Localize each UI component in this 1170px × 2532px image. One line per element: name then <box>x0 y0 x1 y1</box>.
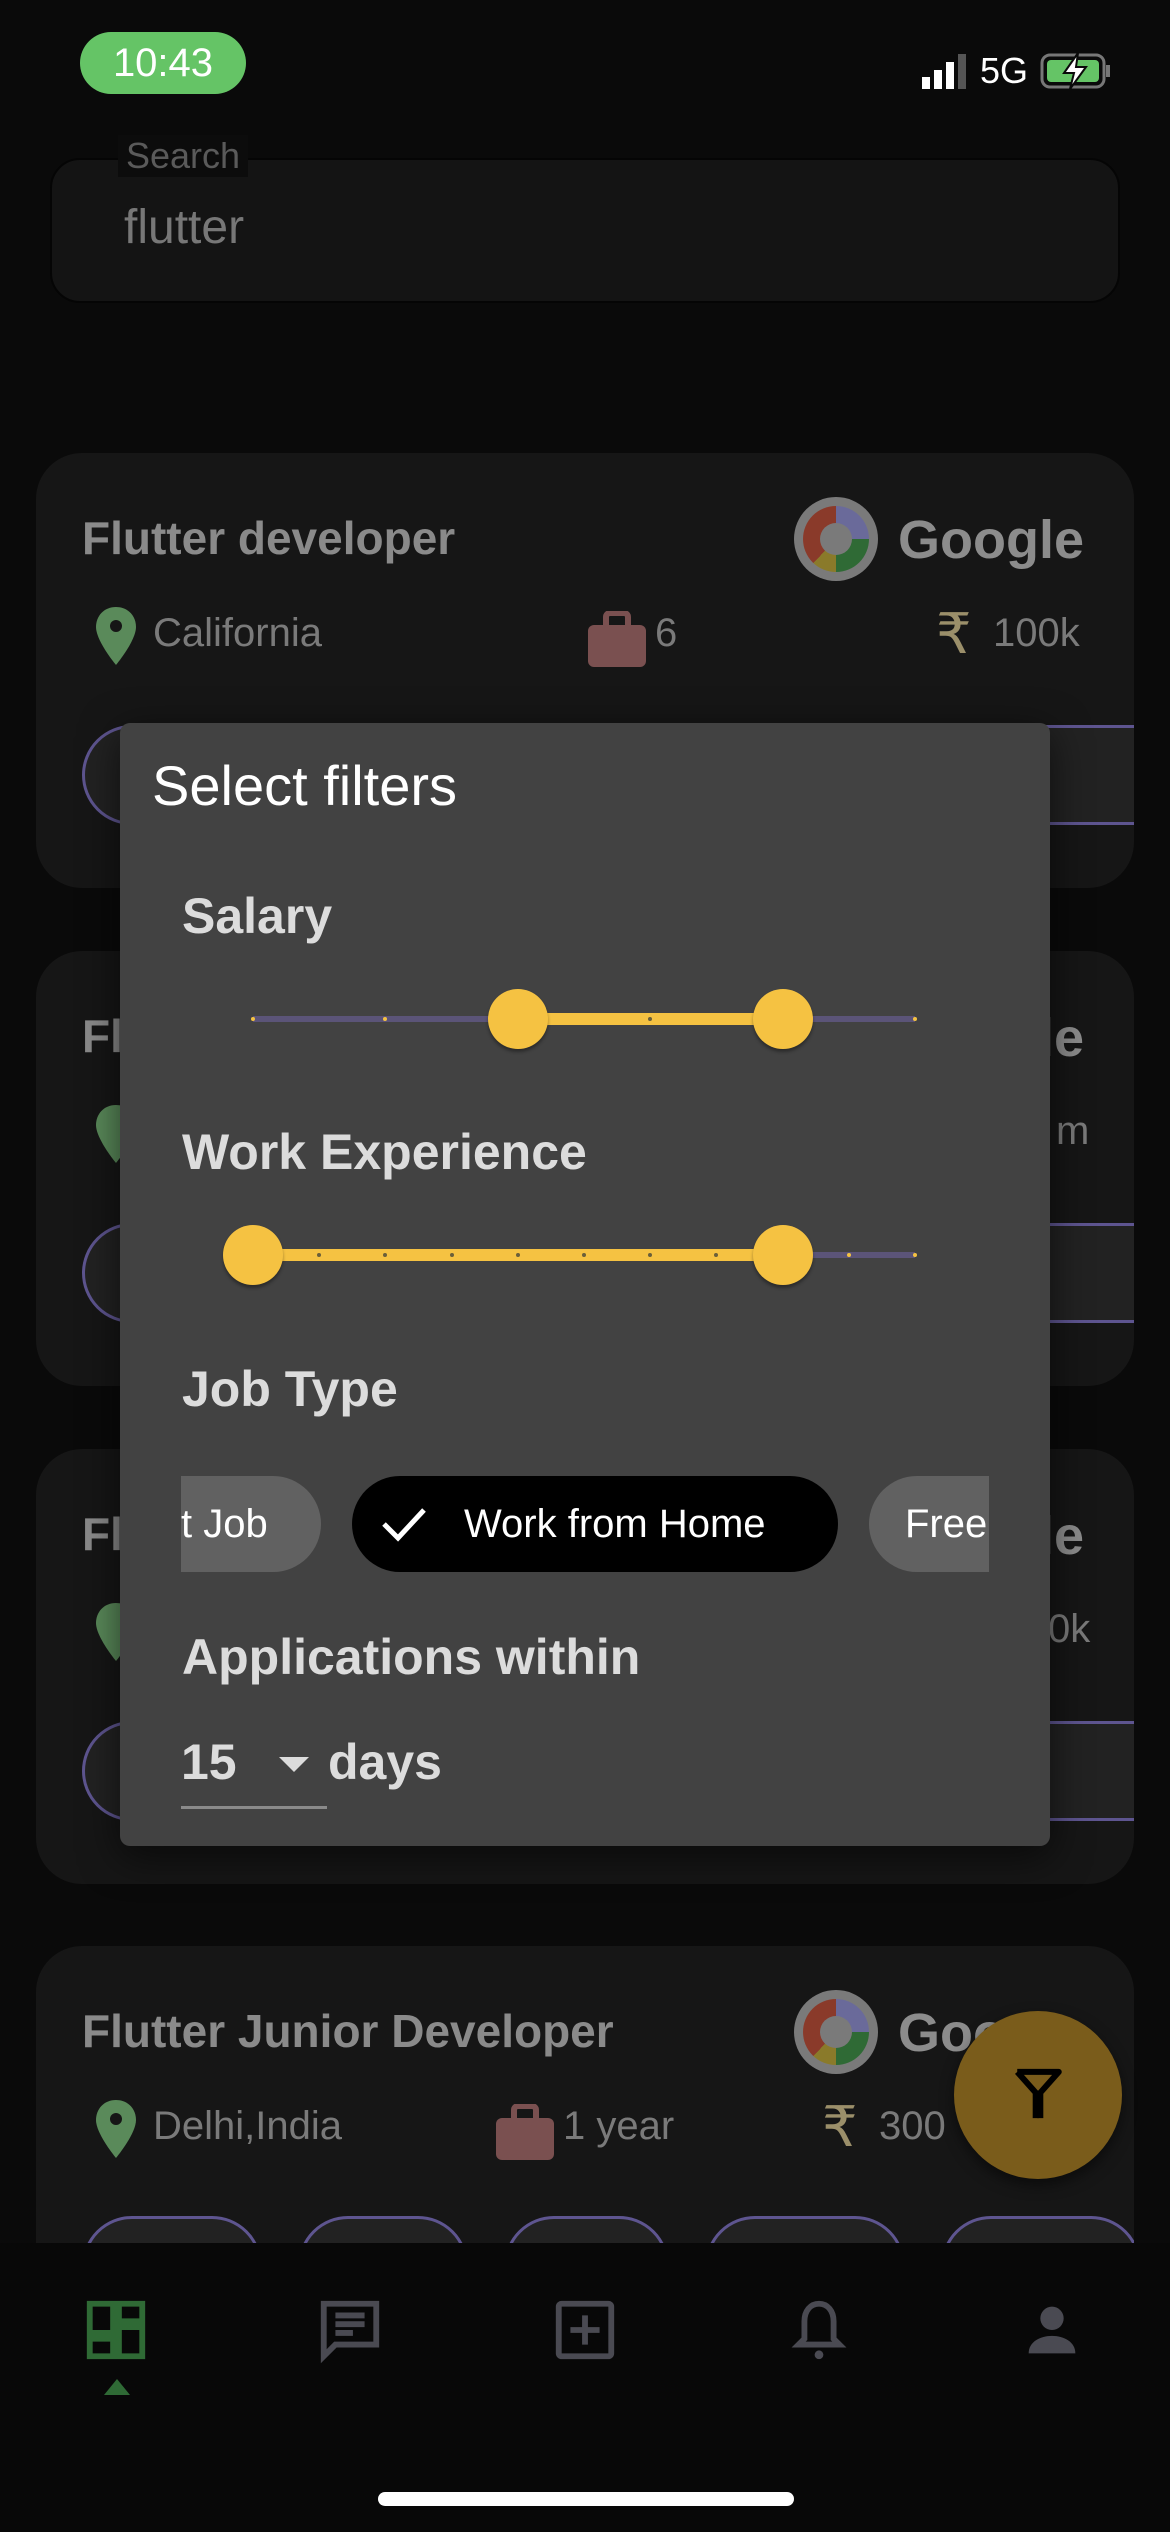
job-title: Fl <box>82 1010 123 1062</box>
job-location: Delhi,India <box>153 2104 343 2148</box>
notifications-icon[interactable] <box>784 2295 854 2365</box>
briefcase-icon <box>496 2104 554 2160</box>
job-type-chip[interactable]: Free <box>869 1476 989 1572</box>
battery-charging-icon <box>1040 52 1110 90</box>
location-pin-icon <box>96 607 136 665</box>
signal-icon <box>921 54 966 89</box>
google-logo-icon <box>794 497 878 581</box>
active-indicator-icon <box>104 2379 130 2395</box>
rupee-icon: ₹ <box>822 2095 858 2158</box>
slider-end-thumb[interactable] <box>752 989 813 1049</box>
job-location: California <box>153 611 322 655</box>
job-type-chip[interactable]: t Job <box>181 1476 321 1572</box>
briefcase-icon <box>588 611 646 667</box>
status-time: 10:43 <box>80 32 246 94</box>
job-experience: 1 year <box>563 2104 675 2148</box>
slider-tick <box>582 1253 586 1257</box>
job-type-label: Job Type <box>182 1361 398 1417</box>
slider-tick <box>846 1253 851 1257</box>
slider-tick <box>251 1017 255 1021</box>
filter-dialog: Select filters Salary Work Experience Jo… <box>120 723 1050 1846</box>
home-indicator <box>378 2492 794 2506</box>
slider-tick <box>515 1253 520 1257</box>
slider-tick <box>913 1253 917 1257</box>
salary-label: Salary <box>182 888 333 944</box>
work-experience-label: Work Experience <box>182 1124 587 1180</box>
days-dropdown[interactable]: 15 <box>181 1733 327 1809</box>
network-label: 5G <box>979 50 1028 91</box>
rupee-icon: ₹ <box>936 602 972 665</box>
slider-tick <box>913 1017 917 1021</box>
days-unit: days <box>328 1734 442 1790</box>
job-salary: 300 <box>879 2104 946 2148</box>
job-salary: 100k <box>993 611 1080 655</box>
slider-start-thumb[interactable] <box>223 1225 283 1285</box>
chat-icon[interactable] <box>315 2295 385 2365</box>
add-box-icon[interactable] <box>550 2295 620 2365</box>
search-label: Search <box>118 135 249 177</box>
dropdown-arrow-icon <box>279 1757 309 1772</box>
job-type-chip-selected[interactable]: Work from Home <box>352 1476 838 1572</box>
slider-end-thumb[interactable] <box>752 1225 813 1285</box>
job-experience: 6 <box>655 611 678 655</box>
job-salary: 0k <box>1048 1607 1091 1651</box>
person-icon[interactable] <box>1017 2295 1087 2365</box>
applications-within-label: Applications within <box>182 1629 641 1685</box>
check-icon <box>382 1508 426 1542</box>
filter-fab-button[interactable] <box>954 2011 1122 2179</box>
filter-icon <box>1014 2068 1062 2119</box>
status-icons: 5G <box>921 50 1112 92</box>
dialog-title: Select filters <box>152 754 457 817</box>
slider-tick <box>449 1253 454 1257</box>
search-value[interactable]: flutter <box>124 200 244 255</box>
dashboard-icon[interactable] <box>81 2295 151 2365</box>
job-title: Flutter Junior Developer <box>82 2005 614 2057</box>
company-name: Google <box>898 510 1084 570</box>
job-title: Flutter developer <box>82 512 456 564</box>
days-value: 15 <box>181 1734 237 1790</box>
location-pin-icon <box>96 2100 136 2158</box>
job-type-chip-list[interactable]: t Job Work from Home Free <box>181 1476 989 1572</box>
slider-start-thumb[interactable] <box>487 989 548 1049</box>
bottom-nav <box>0 2243 1170 2532</box>
job-salary: m <box>1056 1109 1090 1153</box>
job-title: Fl <box>82 1508 123 1560</box>
google-logo-icon <box>794 1990 878 2074</box>
